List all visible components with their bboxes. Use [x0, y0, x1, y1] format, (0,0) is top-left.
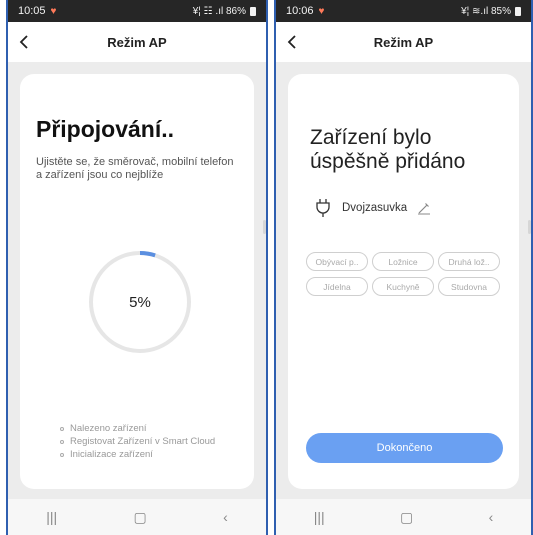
nav-bar: Režim AP	[276, 22, 531, 62]
status-bar: 10:05 ♥ ¥¦ ☷ .ıl 86%	[8, 0, 266, 22]
room-chip[interactable]: Kuchyně	[372, 277, 434, 296]
page-title: Režim AP	[373, 34, 434, 50]
connecting-description: Ujistěte se, že směrovač, mobilní telefo…	[36, 156, 234, 181]
system-nav-bar: ||| ▢ ‹	[8, 499, 266, 535]
progress-percent: 5%	[129, 293, 151, 311]
scroll-indicator	[263, 220, 266, 234]
step-dot-icon	[60, 452, 64, 457]
room-chip[interactable]: Obývací p..	[306, 252, 368, 271]
step-dot-icon	[60, 426, 64, 431]
status-signal: ¥¦ ≋.ıl 85%	[461, 5, 511, 17]
device-row: Dvojzasuvka	[314, 198, 431, 218]
status-signal: ¥¦ ☷ .ıl 86%	[192, 5, 246, 17]
step-item: Inicializace zařízení	[60, 448, 215, 461]
back-icon[interactable]: ‹	[489, 509, 494, 525]
room-chip[interactable]: Studovna	[438, 277, 500, 296]
status-time: 10:05	[18, 5, 46, 17]
phone-screen-connecting: 10:05 ♥ ¥¦ ☷ .ıl 86% Režim AP Připojován…	[6, 0, 268, 535]
room-chip[interactable]: Druhá lož..	[438, 252, 500, 271]
room-chip[interactable]: Ložnice	[372, 252, 434, 271]
phone-screen-success: 10:06 ♥ ¥¦ ≋.ıl 85% Režim AP Zařízení by…	[274, 0, 533, 535]
connecting-card: Připojování.. Ujistěte se, že směrovač, …	[20, 74, 254, 489]
plug-icon	[316, 199, 330, 217]
scroll-indicator	[528, 220, 531, 234]
battery-icon	[250, 6, 256, 16]
room-chip[interactable]: Jídelna	[306, 277, 368, 296]
home-icon[interactable]: ▢	[134, 509, 147, 526]
heart-icon: ♥	[50, 5, 57, 17]
chevron-left-icon	[287, 35, 296, 49]
step-item: Registovat Zařízení v Smart Cloud	[60, 435, 215, 448]
pencil-icon[interactable]	[417, 201, 431, 215]
step-dot-icon	[60, 439, 64, 444]
battery-icon	[515, 6, 521, 16]
done-button[interactable]: Dokončeno	[306, 433, 503, 463]
back-button[interactable]	[16, 32, 32, 52]
nav-bar: Režim AP	[8, 22, 266, 62]
progress-ring: 5%	[88, 250, 192, 354]
room-selector: Obývací p.. Ložnice Druhá lož.. Jídelna …	[306, 252, 516, 296]
heart-icon: ♥	[318, 5, 325, 17]
connecting-title: Připojování..	[36, 116, 175, 142]
success-title: Zařízení bylo úspěšně přidáno	[310, 126, 466, 173]
back-icon[interactable]: ‹	[223, 509, 228, 525]
chevron-left-icon	[19, 35, 28, 49]
system-nav-bar: ||| ▢ ‹	[276, 499, 531, 535]
home-icon[interactable]: ▢	[400, 509, 413, 526]
success-card: Zařízení bylo úspěšně přidáno Dvojzasuvk…	[288, 74, 519, 489]
page-title: Režim AP	[107, 34, 167, 50]
recent-apps-icon[interactable]: |||	[46, 509, 57, 525]
connection-steps: Nalezeno zařízení Registovat Zařízení v …	[60, 422, 215, 461]
device-name: Dvojzasuvka	[342, 202, 408, 214]
back-button[interactable]	[284, 32, 300, 52]
status-bar: 10:06 ♥ ¥¦ ≋.ıl 85%	[276, 0, 531, 22]
recent-apps-icon[interactable]: |||	[314, 509, 325, 525]
status-time: 10:06	[286, 5, 314, 17]
step-item: Nalezeno zařízení	[60, 422, 215, 435]
